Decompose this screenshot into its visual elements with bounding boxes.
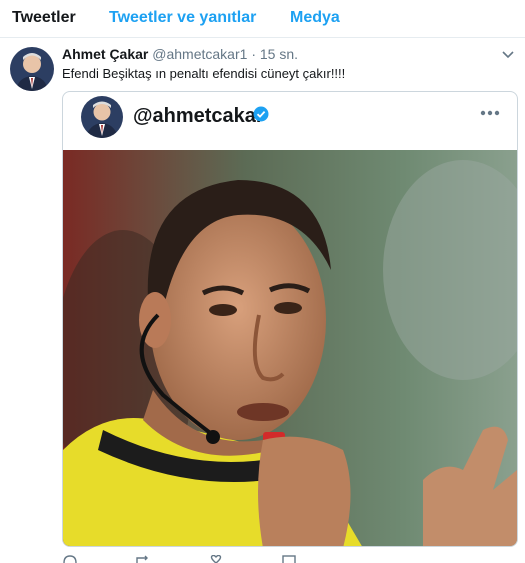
message-icon[interactable] [281, 555, 297, 563]
like-icon[interactable] [208, 555, 224, 563]
timestamp[interactable]: 15 sn. [260, 46, 298, 62]
more-horizontal-icon[interactable] [479, 106, 501, 120]
separator-dot: · [251, 46, 256, 62]
user-handle[interactable]: @ahmetcakar1 [152, 46, 247, 62]
reply-icon[interactable] [62, 555, 78, 563]
tweet-text: Efendi Beşiktaş ın penaltı efendisi cüne… [62, 66, 346, 81]
tweet-header: Ahmet Çakar @ahmetcakar1 · 15 sn. [62, 46, 298, 62]
retweet-icon[interactable] [135, 555, 151, 563]
tab-tweets[interactable]: Tweetler [12, 9, 76, 27]
tab-tweets-and-replies[interactable]: Tweetler ve yanıtlar [109, 9, 256, 27]
card-handle: @ahmetcakar [133, 105, 264, 127]
card-header: @ahmetcakar [63, 92, 517, 150]
display-name[interactable]: Ahmet Çakar [62, 46, 148, 62]
tweet-actions [62, 555, 522, 563]
tab-media[interactable]: Medya [290, 9, 340, 27]
avatar[interactable] [10, 47, 54, 91]
verified-badge-icon [253, 106, 269, 122]
embedded-media-card[interactable]: @ahmetcakar [62, 91, 518, 547]
card-avatar-image [81, 96, 123, 138]
card-avatar [81, 96, 123, 138]
referee-photo[interactable] [63, 150, 517, 547]
avatar-image [10, 47, 54, 91]
chevron-down-icon[interactable] [501, 47, 515, 61]
profile-tabs: Tweetler Tweetler ve yanıtlar Medya [0, 0, 525, 38]
